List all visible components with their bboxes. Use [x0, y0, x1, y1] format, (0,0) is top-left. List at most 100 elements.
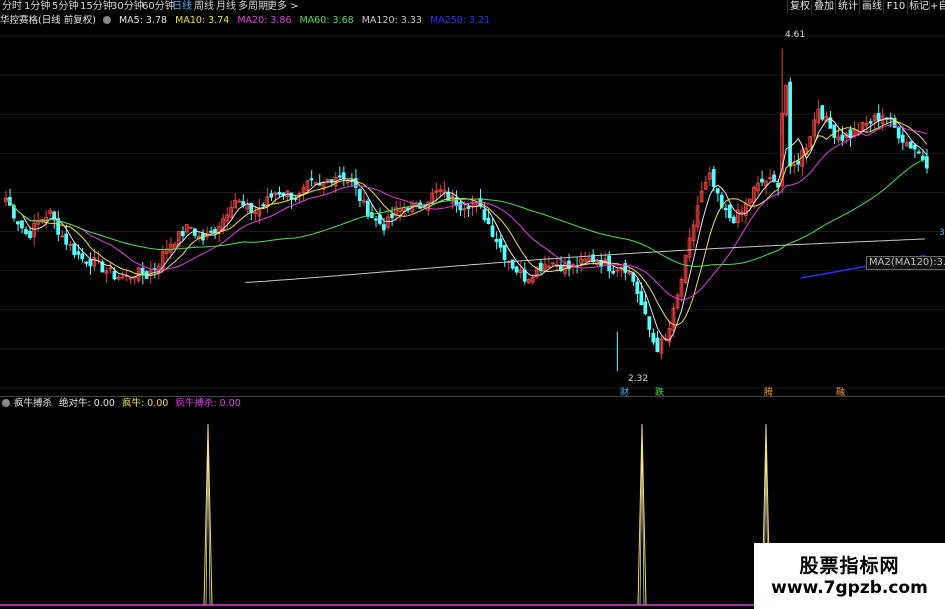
- candle-body: [920, 155, 925, 160]
- candle-body: [498, 238, 503, 248]
- candle-body: [88, 259, 93, 267]
- candle-body: [550, 262, 555, 265]
- indicator-settings-icon[interactable]: [2, 399, 10, 407]
- candle-body: [462, 208, 467, 211]
- period-tab-60min[interactable]: 60分钟: [142, 0, 175, 14]
- candle-body: [84, 261, 89, 264]
- candle-body: [209, 230, 213, 233]
- candle-body: [72, 243, 77, 256]
- candle-body: [490, 225, 495, 237]
- candle-body: [309, 178, 314, 181]
- candle-body: [647, 316, 652, 330]
- low-price-label: 2.32: [628, 374, 649, 384]
- draw-line-button[interactable]: 画线: [859, 0, 884, 14]
- candle-body: [466, 206, 471, 209]
- candle-body: [317, 183, 322, 186]
- period-tab-fenshi[interactable]: 分时: [2, 0, 22, 14]
- indicator-name[interactable]: 疯牛搏杀: [14, 398, 52, 409]
- candle-body: [24, 229, 28, 234]
- candle-body: [112, 271, 117, 280]
- candle-body: [241, 201, 246, 206]
- edge-price-label: 3.: [939, 228, 945, 238]
- period-tab-more[interactable]: 更多 >: [267, 0, 299, 14]
- candlestick-chart[interactable]: [0, 28, 945, 396]
- add-self-button[interactable]: +自: [929, 0, 945, 14]
- candle-body: [643, 301, 648, 315]
- candle-body: [16, 221, 20, 225]
- candle-body: [458, 202, 463, 211]
- candle-body: [792, 163, 796, 166]
- candle-body: [253, 212, 258, 215]
- candle-body: [896, 127, 901, 139]
- period-tab-1min[interactable]: 1分钟: [24, 0, 50, 14]
- ma10-label: MA10: 3.74: [175, 15, 230, 26]
- ma120-label: MA120: 3.33: [361, 15, 422, 26]
- fuquan-button[interactable]: 复权: [787, 0, 812, 14]
- candle-body: [494, 239, 499, 243]
- candle-body: [832, 124, 837, 138]
- period-tab-15min[interactable]: 15分钟: [80, 0, 113, 14]
- candle-body: [768, 177, 772, 180]
- period-tab-5min[interactable]: 5分钟: [52, 0, 78, 14]
- candle-body: [651, 332, 656, 343]
- candle-body: [711, 169, 716, 187]
- candle-body: [180, 230, 185, 237]
- candle-body: [655, 337, 660, 353]
- candle-body: [237, 200, 241, 203]
- candle-body: [20, 220, 24, 229]
- candle-body: [723, 207, 728, 210]
- candle-body: [639, 290, 644, 306]
- candle-body: [739, 211, 744, 214]
- ma60-line: [5, 158, 928, 267]
- candle-body: [760, 178, 764, 183]
- candle-body: [482, 209, 487, 221]
- candle-body: [390, 213, 394, 219]
- site-watermark: 股票指标网 www.7gpzb.com: [754, 543, 945, 609]
- candle-body: [538, 262, 543, 271]
- period-tab-daily[interactable]: 日线: [172, 0, 192, 14]
- candle-body: [28, 230, 32, 238]
- ma5-label: MA5: 3.78: [118, 15, 168, 26]
- settings-circle-icon[interactable]: [102, 16, 111, 24]
- candle-body: [108, 267, 113, 270]
- period-tab-30min[interactable]: 30分钟: [111, 0, 144, 14]
- candle-body: [120, 276, 125, 279]
- candle-body: [329, 179, 334, 183]
- candle-body: [868, 121, 873, 124]
- period-tab-multi[interactable]: 多周期: [238, 0, 268, 14]
- high-price-marker: 4.61: [775, 30, 805, 40]
- stock-title[interactable]: 华控赛格(日线 前复权): [0, 15, 96, 26]
- stats-button[interactable]: 统计: [835, 0, 860, 14]
- f10-button[interactable]: F10: [883, 0, 908, 14]
- candle-body: [615, 269, 620, 272]
- indicator-value-bosha: 疯牛搏杀: 0.00: [175, 398, 241, 409]
- ma-legend: 华控赛格(日线 前复权) MA5: 3.78 MA10: 3.74 MA20: …: [0, 15, 495, 27]
- indicator-value-fengniu: 疯牛: 0.00: [121, 398, 169, 409]
- candle-body: [820, 105, 825, 120]
- candle-body: [840, 134, 845, 141]
- mark-button[interactable]: 标记: [907, 0, 930, 14]
- indicator-value-juedui: 绝对牛: 0.00: [59, 398, 115, 409]
- candle-body: [374, 218, 378, 221]
- panel-divider[interactable]: [0, 396, 945, 397]
- candle-body: [382, 224, 386, 231]
- candle-body: [908, 141, 913, 149]
- candle-body: [64, 233, 69, 245]
- indicator-legend: 疯牛搏杀 绝对牛: 0.00 疯牛: 0.00 疯牛搏杀: 0.00: [0, 398, 245, 410]
- candle-body: [277, 191, 282, 195]
- candle-body: [269, 193, 274, 198]
- candle-body: [357, 189, 362, 201]
- candle-body: [502, 245, 507, 261]
- watermark-title: 股票指标网: [799, 555, 900, 577]
- period-toolbar: 分时 1分钟 5分钟 15分钟 30分钟 60分钟 日线 周线 月线 多周期 更…: [0, 0, 945, 14]
- candle-body: [916, 151, 921, 154]
- ma250-label: MA250: 3.21: [429, 15, 491, 26]
- indicator-spikes: [203, 423, 771, 606]
- period-tab-weekly[interactable]: 周线: [194, 0, 214, 14]
- overlay-button[interactable]: 叠加: [811, 0, 836, 14]
- candle-body: [261, 204, 266, 207]
- candle-body: [76, 251, 81, 255]
- watermark-url: www.7gpzb.com: [771, 578, 928, 598]
- period-tab-monthly[interactable]: 月线: [216, 0, 236, 14]
- candle-body: [365, 200, 370, 217]
